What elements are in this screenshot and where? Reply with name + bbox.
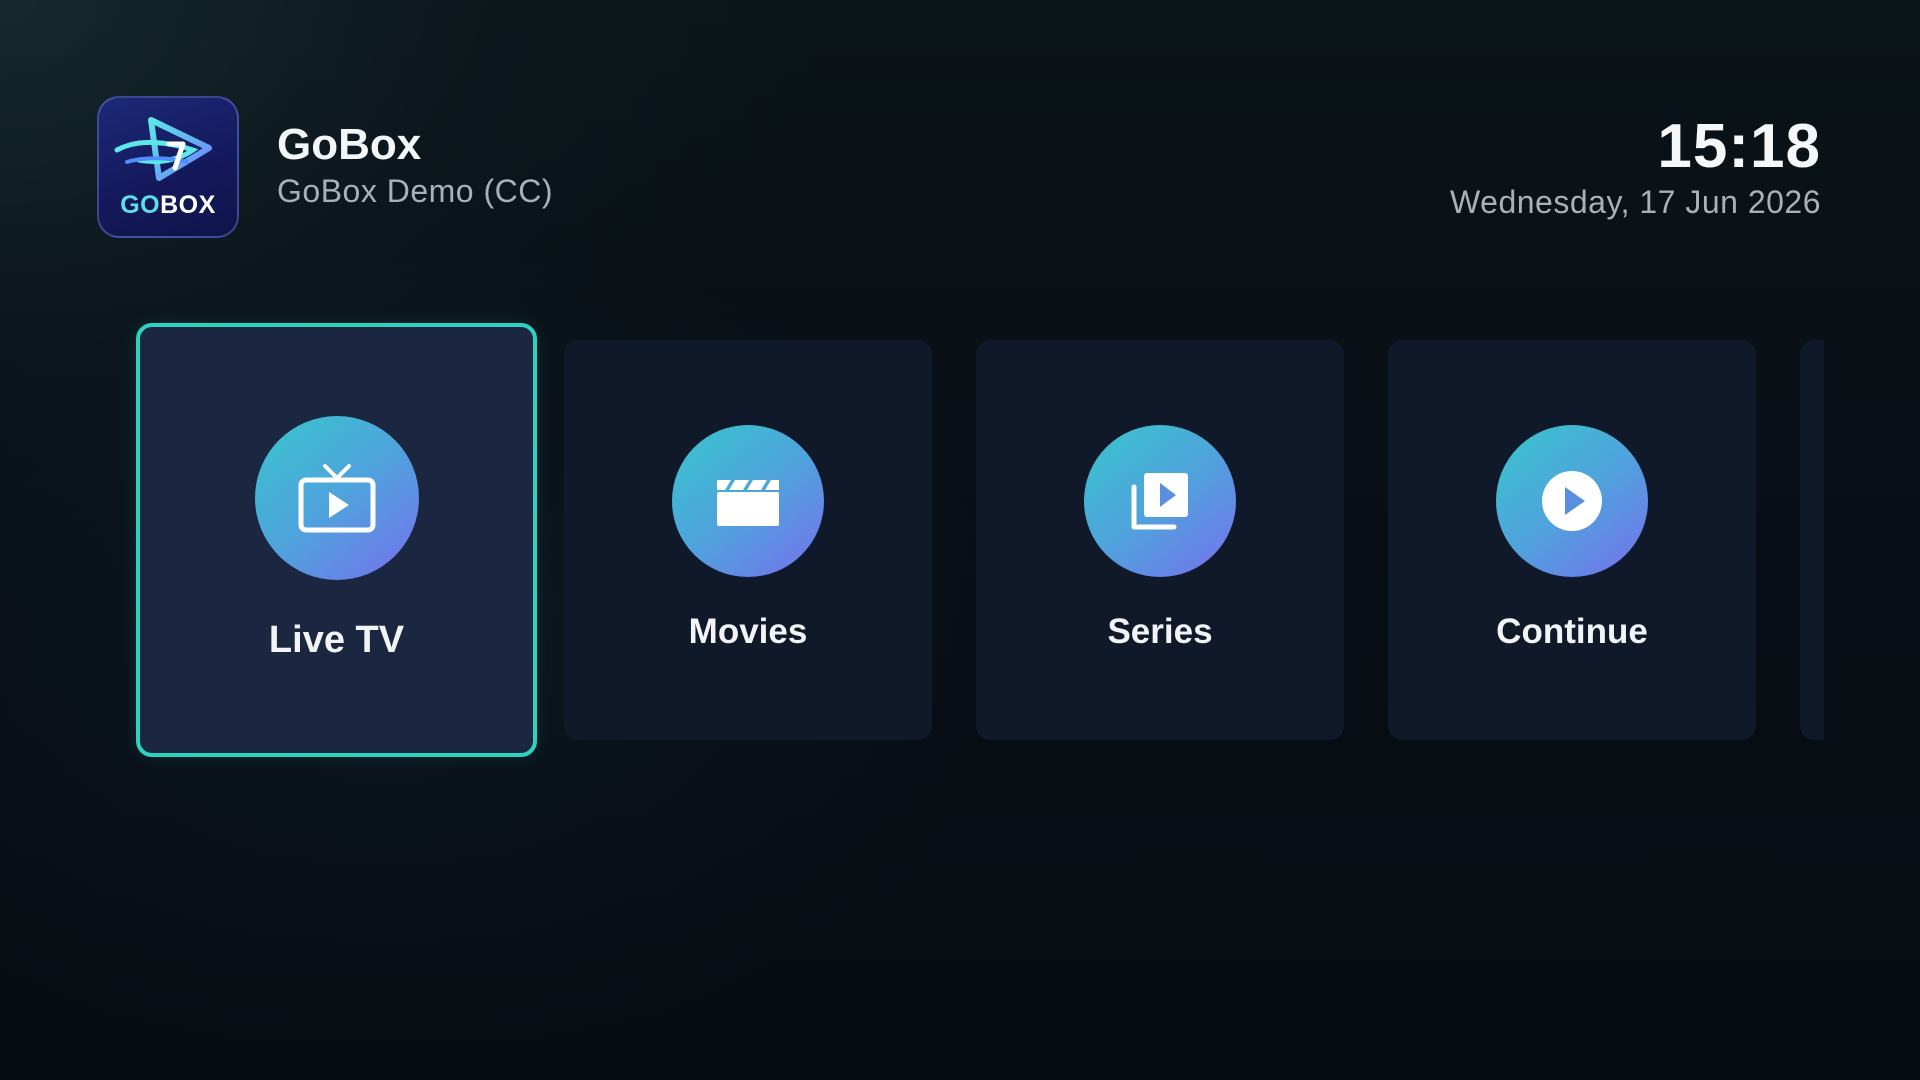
main-menu: Live TV Movies Series Continue xyxy=(0,0,1920,1080)
menu-tile-label: Live TV xyxy=(268,619,405,661)
menu-tile-label: Series xyxy=(1107,612,1213,651)
live-tv-icon xyxy=(255,416,419,580)
menu-tile-label: Movies xyxy=(688,612,808,651)
clapperboard-icon xyxy=(672,425,824,577)
video-library-icon xyxy=(1084,425,1236,577)
menu-tile-movies[interactable]: Movies xyxy=(564,340,932,740)
play-circle-icon xyxy=(1496,425,1648,577)
menu-tile-live-tv[interactable]: Live TV xyxy=(136,323,537,757)
menu-tile-series[interactable]: Series xyxy=(976,340,1344,740)
menu-tile-label: Continue xyxy=(1496,612,1648,651)
menu-tile-continue[interactable]: Continue xyxy=(1388,340,1756,740)
menu-tile-next-partial[interactable] xyxy=(1800,340,1824,740)
